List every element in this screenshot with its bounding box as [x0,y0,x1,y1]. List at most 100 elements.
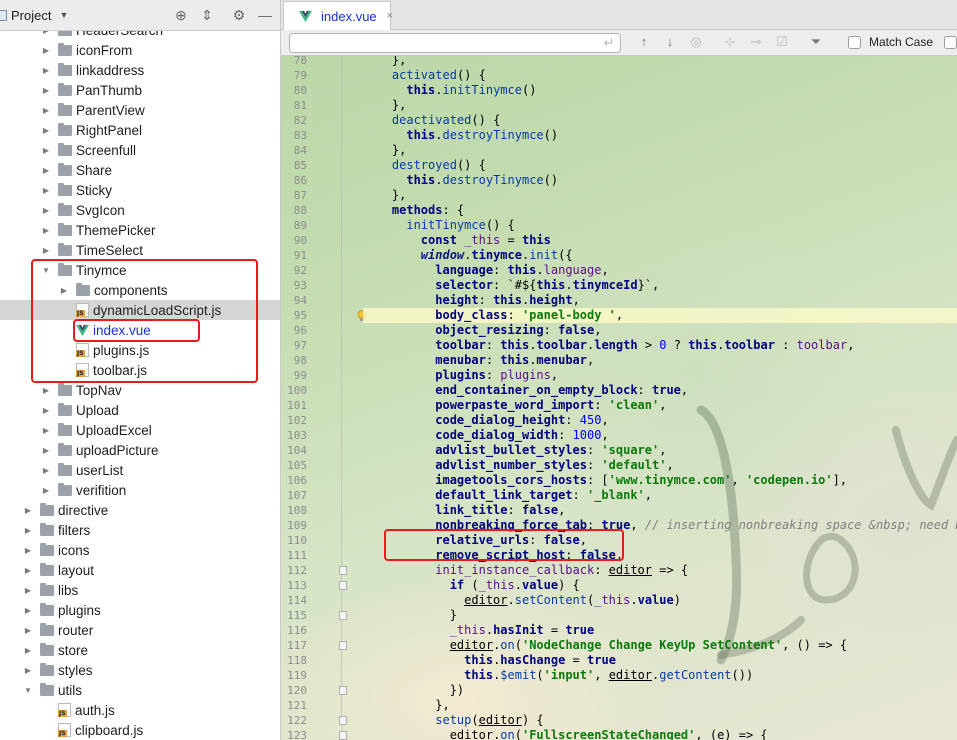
tree-item-components[interactable]: ▶ components [0,280,280,300]
tree-item-icons[interactable]: ▶ icons [0,540,280,560]
tree-item-parentview[interactable]: ▶ ParentView [0,100,280,120]
code-line[interactable]: setup(editor) { [363,713,543,728]
code-line[interactable]: selector: `#${this.tinymceId}`, [363,278,659,293]
chevron-right-icon[interactable]: ▶ [41,66,51,75]
tree-item-directive[interactable]: ▶ directive [0,500,280,520]
close-icon[interactable]: × [387,10,393,22]
chevron-right-icon[interactable]: ▶ [41,246,51,255]
code-line[interactable]: const _this = this [363,233,551,248]
tree-item-dynamicloadscript-js[interactable]: dynamicLoadScript.js [0,300,280,320]
chevron-right-icon[interactable]: ▶ [41,186,51,195]
chevron-right-icon[interactable]: ▶ [41,226,51,235]
search-input[interactable] [289,33,621,53]
chevron-right-icon[interactable]: ▶ [41,126,51,135]
chevron-right-icon[interactable]: ▶ [23,546,33,555]
chevron-right-icon[interactable]: ▶ [41,446,51,455]
minimize-icon[interactable]: — [257,7,273,23]
tree-item-iconfrom[interactable]: ▶ iconFrom [0,40,280,60]
code-line[interactable]: menubar: this.menubar, [363,353,594,368]
arrow-up-icon[interactable]: ↑ [636,34,652,50]
tree-item-store[interactable]: ▶ store [0,640,280,660]
code-line[interactable]: methods: { [363,203,464,218]
tree-item-upload[interactable]: ▶ Upload [0,400,280,420]
tree-item-userlist[interactable]: ▶ userList [0,460,280,480]
tree-item-linkaddress[interactable]: ▶ linkaddress [0,60,280,80]
words-checkbox[interactable] [944,36,957,49]
code-line[interactable]: code_dialog_height: 450, [363,413,608,428]
tree-item-utils[interactable]: ▼ utils [0,680,280,700]
remove-occurrence-icon[interactable]: ⊸ [748,34,764,50]
project-title[interactable]: Project [11,8,51,23]
tree-item-index-vue[interactable]: index.vue [0,320,280,340]
tree-item-verifition[interactable]: ▶ verifition [0,480,280,500]
chevron-right-icon[interactable]: ▶ [41,466,51,475]
chevron-down-icon[interactable]: ▼ [41,266,51,275]
chevron-right-icon[interactable]: ▶ [23,666,33,675]
add-occurrence-icon[interactable]: ⊹ [722,34,738,50]
code-line[interactable]: link_title: false, [363,503,565,518]
chevron-right-icon[interactable]: ▶ [23,606,33,615]
arrow-down-icon[interactable]: ↓ [662,34,678,50]
chevron-right-icon[interactable]: ▶ [23,586,33,595]
tree-item-tinymce[interactable]: ▼ Tinymce [0,260,280,280]
tree-item-timeselect[interactable]: ▶ TimeSelect [0,240,280,260]
tree-item-panthumb[interactable]: ▶ PanThumb [0,80,280,100]
code-line[interactable]: advlist_bullet_styles: 'square', [363,443,666,458]
code-line[interactable]: relative_urls: false, [363,533,587,548]
code-line[interactable]: destroyed() { [363,158,486,173]
code-line[interactable]: }, [363,698,449,713]
code-line[interactable]: toolbar: this.toolbar.length > 0 ? this.… [363,338,854,353]
chevron-right-icon[interactable]: ▶ [41,206,51,215]
tree-item-screenfull[interactable]: ▶ Screenfull [0,140,280,160]
tree-item-router[interactable]: ▶ router [0,620,280,640]
code-line[interactable]: this.destroyTinymce() [363,128,558,143]
find-occurrences-icon[interactable]: ◎ [688,34,704,50]
tree-item-plugins[interactable]: ▶ plugins [0,600,280,620]
code-line[interactable]: deactivated() { [363,113,500,128]
tree-item-styles[interactable]: ▶ styles [0,660,280,680]
code-line[interactable]: this.destroyTinymce() [363,173,558,188]
tab-index-vue[interactable]: index.vue × [283,1,393,30]
code-line[interactable]: window.tinymce.init({ [363,248,573,263]
tree-item-topnav[interactable]: ▶ TopNav [0,380,280,400]
chevron-down-icon[interactable]: ▼ [23,686,33,695]
code-line[interactable]: plugins: plugins, [363,368,558,383]
tree-item-share[interactable]: ▶ Share [0,160,280,180]
code-line[interactable]: end_container_on_empty_block: true, [363,383,688,398]
tree-item-clipboard-js[interactable]: clipboard.js [0,720,280,740]
code-line[interactable]: if (_this.value) { [363,578,580,593]
code-line[interactable]: editor.setContent(_this.value) [363,593,681,608]
code-line[interactable]: advlist_number_styles: 'default', [363,458,673,473]
collapse-all-icon[interactable]: ⇕ [199,7,215,23]
code-area[interactable]: }, activated() { this.initTinymce() }, d… [281,53,957,740]
code-line[interactable]: default_link_target: '_blank', [363,488,652,503]
tree-item-auth-js[interactable]: auth.js [0,700,280,720]
tree-item-sticky[interactable]: ▶ Sticky [0,180,280,200]
code-line[interactable]: init_instance_callback: editor => { [363,563,688,578]
tree-item-uploadexcel[interactable]: ▶ UploadExcel [0,420,280,440]
chevron-down-icon[interactable]: ▼ [59,10,68,20]
tree-item-plugins-js[interactable]: plugins.js [0,340,280,360]
chevron-right-icon[interactable]: ▶ [41,46,51,55]
chevron-right-icon[interactable]: ▶ [59,286,69,295]
chevron-right-icon[interactable]: ▶ [41,166,51,175]
tree-item-libs[interactable]: ▶ libs [0,580,280,600]
code-line[interactable]: editor.on('NodeChange Change KeyUp SetCo… [363,638,847,653]
select-all-occurrences-icon[interactable]: ☑ [774,34,790,50]
gear-icon[interactable]: ⚙ [231,7,247,23]
tree-item-themepicker[interactable]: ▶ ThemePicker [0,220,280,240]
chevron-right-icon[interactable]: ▶ [23,566,33,575]
match-case-checkbox[interactable] [848,36,861,49]
tree-item-svgicon[interactable]: ▶ SvgIcon [0,200,280,220]
chevron-right-icon[interactable]: ▶ [41,426,51,435]
code-line[interactable]: language: this.language, [363,263,608,278]
code-line[interactable]: this.$emit('input', editor.getContent()) [363,668,753,683]
code-line[interactable]: editor.on('FullscreenStateChanged', (e) … [363,728,768,740]
code-line[interactable]: }) [363,683,464,698]
crosshair-icon[interactable]: ⊕ [173,7,189,23]
code-line[interactable]: height: this.height, [363,293,580,308]
chevron-right-icon[interactable]: ▶ [41,86,51,95]
chevron-right-icon[interactable]: ▶ [23,526,33,535]
tree-item-filters[interactable]: ▶ filters [0,520,280,540]
code-line[interactable]: body_class: 'panel-body ', [363,308,957,323]
